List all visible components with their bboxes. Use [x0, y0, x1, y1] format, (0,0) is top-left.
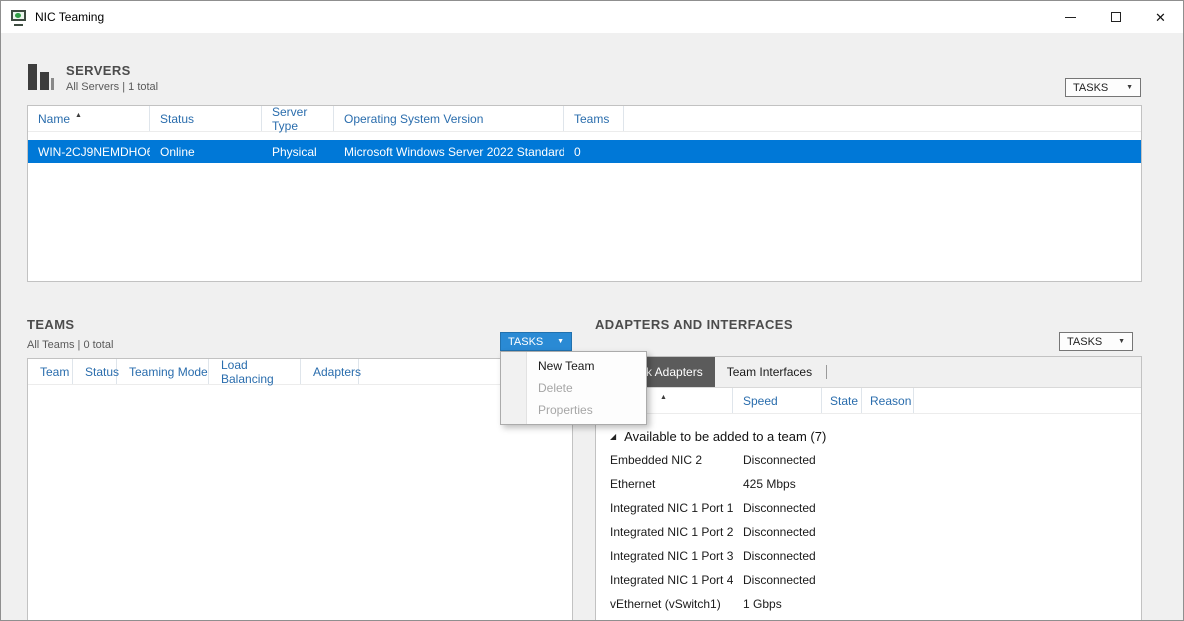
column-header-os-version[interactable]: Operating System Version	[334, 106, 564, 131]
app-icon-base	[14, 24, 23, 26]
servers-title: SERVERS	[66, 63, 158, 78]
adapter-speed: Disconnected	[733, 525, 816, 539]
column-header-filler	[914, 388, 1141, 413]
column-header-adapters[interactable]: Adapters	[301, 359, 359, 384]
server-type-cell: Physical	[262, 145, 334, 159]
sort-asc-icon: ▲	[75, 112, 82, 119]
teams-title: TEAMS	[27, 317, 75, 332]
minimize-icon	[1065, 17, 1076, 18]
column-header-teaming-mode[interactable]: Teaming Mode	[117, 359, 209, 384]
teams-table: Team Status Teaming Mode Load Balancing …	[27, 358, 573, 621]
adapter-speed: Disconnected	[733, 573, 816, 587]
adapter-speed: 1 Gbps	[733, 597, 782, 611]
group-expanded-icon: ◢	[610, 432, 616, 441]
adapter-row[interactable]: Ethernet 425 Mbps	[596, 472, 1141, 496]
adapter-speed: Disconnected	[733, 549, 816, 563]
adapter-row[interactable]: Integrated NIC 1 Port 1-1 Disconnected	[596, 496, 1141, 520]
adapters-table: Network Adapters Team Interfaces ▲ Speed…	[595, 356, 1142, 621]
window-controls: ✕	[1048, 1, 1183, 33]
adapter-row[interactable]: Integrated NIC 1 Port 3-1 Disconnected	[596, 544, 1141, 568]
window-title: NIC Teaming	[35, 10, 104, 24]
column-header-load-balancing[interactable]: Load Balancing	[209, 359, 301, 384]
servers-tasks-button[interactable]: TASKS ▼	[1065, 78, 1141, 97]
app-icon	[11, 10, 27, 24]
adapters-tasks-button[interactable]: TASKS ▼	[1059, 332, 1133, 351]
servers-tasks-label: TASKS	[1073, 82, 1108, 94]
server-name-cell: WIN-2CJ9NEMDHO6 ↑	[28, 145, 150, 159]
menu-item-properties: Properties	[501, 399, 646, 421]
column-header-label: Name	[38, 112, 70, 126]
adapter-name: Embedded NIC 2	[596, 453, 733, 467]
adapter-name: Integrated NIC 1 Port 4-1	[596, 573, 733, 587]
nic-teaming-window: NIC Teaming ✕ SERVERS All Servers | 1 to…	[0, 0, 1184, 621]
teams-tasks-label: TASKS	[508, 336, 543, 348]
teams-tasks-button[interactable]: TASKS ▼	[500, 332, 572, 351]
titlebar: NIC Teaming ✕	[1, 1, 1183, 33]
server-os-cell: Microsoft Windows Server 2022 Standard	[334, 145, 564, 159]
column-header-reason[interactable]: Reason	[862, 388, 914, 413]
chevron-down-icon: ▼	[557, 338, 564, 345]
close-icon: ✕	[1155, 11, 1166, 24]
menu-item-delete: Delete	[501, 377, 646, 399]
column-header-teams[interactable]: Teams	[564, 106, 624, 131]
adapter-group-header[interactable]: ◢ Available to be added to a team (7)	[596, 424, 1141, 448]
column-header-state[interactable]: State	[822, 388, 862, 413]
servers-icon-bar	[51, 78, 54, 90]
adapters-title: ADAPTERS AND INTERFACES	[595, 317, 793, 332]
menu-item-new-team[interactable]: New Team	[501, 355, 646, 377]
adapters-table-header: ▲ Speed State Reason	[596, 388, 1141, 414]
minimize-button[interactable]	[1048, 1, 1093, 33]
server-row[interactable]: WIN-2CJ9NEMDHO6 ↑ Online Physical Micros…	[28, 140, 1141, 163]
tab-team-interfaces[interactable]: Team Interfaces	[715, 357, 824, 387]
adapters-tab-bar: Network Adapters Team Interfaces	[596, 357, 1141, 388]
teams-subtitle: All Teams | 0 total	[27, 339, 113, 351]
server-teams-cell: 0	[564, 145, 624, 159]
teams-tasks-menu: New Team Delete Properties	[500, 351, 647, 425]
column-header-server-type[interactable]: Server Type	[262, 106, 334, 131]
column-header-filler	[624, 106, 1141, 131]
close-button[interactable]: ✕	[1138, 1, 1183, 33]
adapter-row[interactable]: Integrated NIC 1 Port 4-1 Disconnected	[596, 568, 1141, 592]
adapter-row[interactable]: vEthernet (vSwitch1) 1 Gbps	[596, 592, 1141, 616]
tab-divider	[826, 365, 827, 379]
column-header-name[interactable]: Name ▲	[28, 106, 150, 131]
adapter-name: Ethernet	[596, 477, 733, 491]
app-icon-dot	[15, 13, 21, 18]
servers-icon-bar	[40, 72, 49, 90]
adapter-name: Integrated NIC 1 Port 3-1	[596, 549, 733, 563]
servers-subtitle: All Servers | 1 total	[66, 81, 158, 93]
servers-table: Name ▲ Status Server Type Operating Syst…	[27, 105, 1142, 282]
adapter-name: vEthernet (vSwitch1)	[596, 597, 733, 611]
teams-table-header: Team Status Teaming Mode Load Balancing …	[28, 359, 572, 385]
server-name: WIN-2CJ9NEMDHO6	[38, 145, 150, 159]
sort-asc-icon: ▲	[660, 394, 667, 401]
adapter-name: Integrated NIC 1 Port 2-1	[596, 525, 733, 539]
column-header-team[interactable]: Team	[28, 359, 73, 384]
servers-table-header: Name ▲ Status Server Type Operating Syst…	[28, 106, 1141, 132]
chevron-down-icon: ▼	[1126, 84, 1133, 91]
column-header-status[interactable]: Status	[150, 106, 262, 131]
adapter-row[interactable]: Embedded NIC 2 Disconnected	[596, 448, 1141, 472]
maximize-button[interactable]	[1093, 1, 1138, 33]
adapter-name: Integrated NIC 1 Port 1-1	[596, 501, 733, 515]
column-header-speed[interactable]: Speed	[733, 388, 822, 413]
adapters-tasks-label: TASKS	[1067, 336, 1102, 348]
adapter-row[interactable]: Integrated NIC 1 Port 2-1 Disconnected	[596, 520, 1141, 544]
server-status-cell: Online	[150, 145, 262, 159]
chevron-down-icon: ▼	[1118, 338, 1125, 345]
adapter-speed: Disconnected	[733, 453, 816, 467]
maximize-icon	[1111, 12, 1121, 22]
servers-icon-bar	[28, 64, 37, 90]
servers-icon	[27, 63, 53, 91]
column-header-status[interactable]: Status	[73, 359, 117, 384]
servers-section-header: SERVERS All Servers | 1 total	[27, 63, 158, 93]
adapter-speed: Disconnected	[733, 501, 816, 515]
adapter-speed: 425 Mbps	[733, 477, 796, 491]
adapter-group-label: Available to be added to a team (7)	[624, 429, 826, 444]
